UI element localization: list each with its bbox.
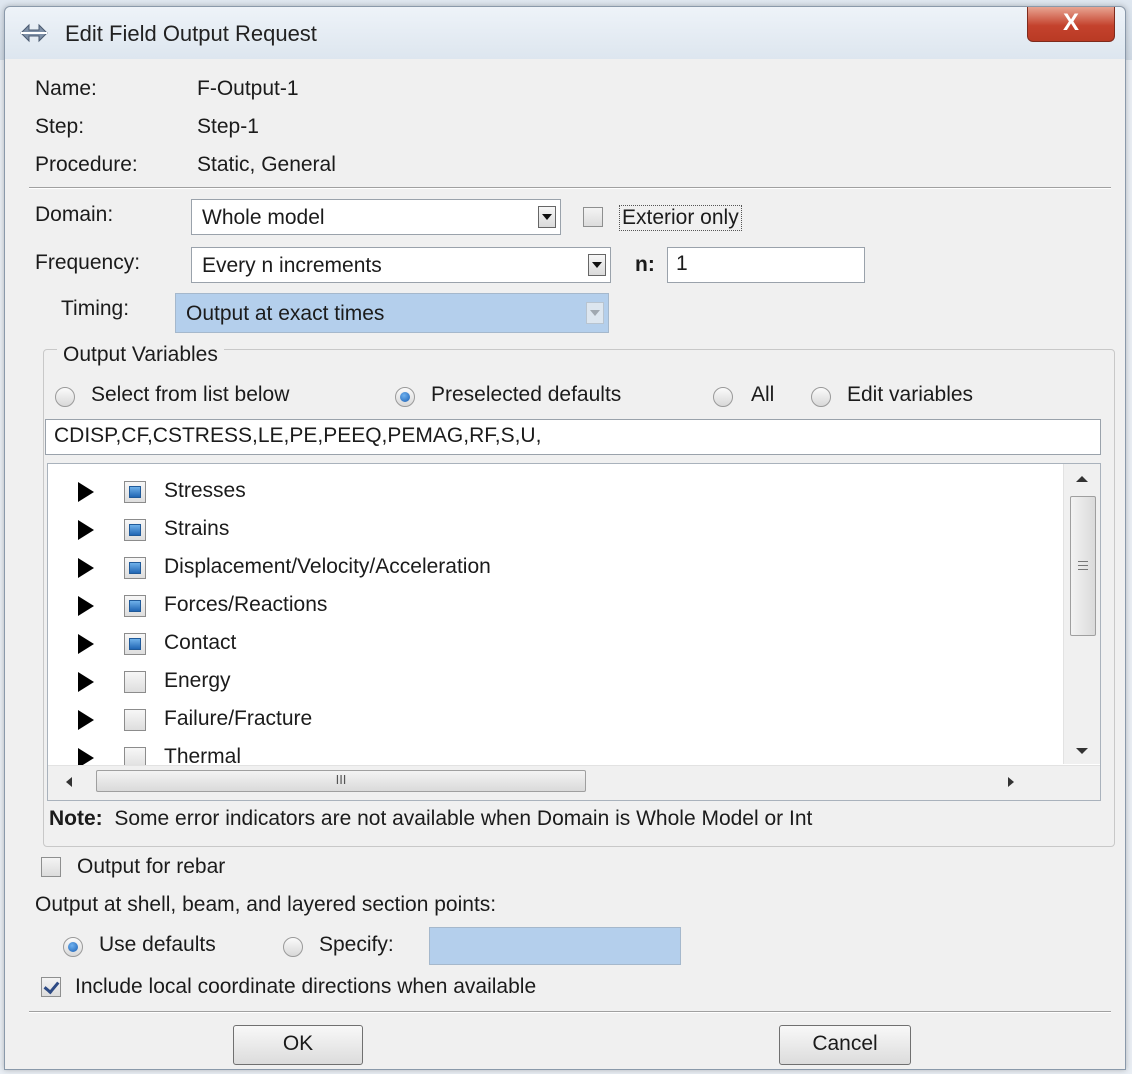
edit-field-output-dialog: Edit Field Output Request X Name: F-Outp… (4, 6, 1126, 1070)
scroll-left-icon[interactable] (66, 777, 72, 787)
tree-item[interactable]: Displacement/Velocity/Acceleration (48, 550, 1048, 586)
note: Note: Some error indicators are not avai… (49, 807, 812, 831)
tree-checkbox[interactable] (124, 595, 146, 617)
tree-item[interactable]: Forces/Reactions (48, 588, 1048, 624)
preselected-defaults-label[interactable]: Preselected defaults (431, 383, 621, 407)
expand-arrow-icon[interactable] (78, 520, 94, 540)
name-value: F-Output-1 (197, 77, 299, 100)
variables-text-field[interactable]: CDISP,CF,CSTRESS,LE,PE,PEEQ,PEMAG,RF,S,U… (45, 419, 1101, 455)
domain-select[interactable]: Whole model (191, 199, 561, 235)
specify-input[interactable] (429, 927, 681, 965)
vertical-scrollbar[interactable] (1063, 464, 1100, 764)
dialog-title: Edit Field Output Request (65, 21, 317, 46)
tree-item[interactable]: Contact (48, 626, 1048, 662)
output-variables-title: Output Variables (57, 343, 224, 367)
cancel-button[interactable]: Cancel (779, 1025, 911, 1065)
output-rebar-label[interactable]: Output for rebar (77, 855, 225, 879)
n-label: n: (635, 253, 655, 276)
scroll-up-icon[interactable] (1076, 476, 1088, 482)
all-label[interactable]: All (751, 383, 774, 407)
separator (29, 1011, 1111, 1013)
tree-item-label: Failure/Fracture (164, 707, 313, 730)
horizontal-scroll-thumb[interactable]: III (96, 770, 586, 792)
use-defaults-label[interactable]: Use defaults (99, 933, 216, 957)
procedure-label: Procedure: (35, 153, 138, 176)
frequency-label: Frequency: (35, 251, 141, 274)
expand-arrow-icon[interactable] (78, 672, 94, 692)
tree-item[interactable]: Strains (48, 512, 1048, 548)
local-coordinates-label[interactable]: Include local coordinate directions when… (75, 975, 536, 999)
close-button[interactable]: X (1027, 7, 1115, 42)
tree-item[interactable]: Stresses (48, 474, 1048, 510)
use-defaults-radio[interactable] (63, 937, 83, 957)
expand-arrow-icon[interactable] (78, 596, 94, 616)
tree-item[interactable]: Failure/Fracture (48, 702, 1048, 738)
domain-select-value: Whole model (202, 206, 325, 229)
name-label: Name: (35, 77, 97, 100)
timing-select-value: Output at exact times (186, 302, 385, 325)
chevron-down-icon[interactable] (538, 206, 556, 228)
specify-label[interactable]: Specify: (319, 933, 394, 957)
expand-arrow-icon[interactable] (78, 558, 94, 578)
tree-item-label: Forces/Reactions (164, 593, 328, 616)
all-radio[interactable] (713, 387, 733, 407)
tree-checkbox[interactable] (124, 709, 146, 731)
ok-button[interactable]: OK (233, 1025, 363, 1065)
tree-item-label: Strains (164, 517, 230, 540)
tree-checkbox[interactable] (124, 671, 146, 693)
tree-item-label: Stresses (164, 479, 246, 502)
tree-item-label: Displacement/Velocity/Acceleration (164, 555, 491, 578)
preselected-defaults-radio[interactable] (395, 387, 415, 407)
tree-checkbox[interactable] (124, 519, 146, 541)
chevron-down-icon (586, 302, 604, 324)
exterior-only-checkbox[interactable] (583, 207, 603, 227)
timing-label: Timing: (61, 297, 130, 320)
horizontal-scrollbar[interactable]: III (48, 765, 1100, 800)
section-points-label: Output at shell, beam, and layered secti… (35, 893, 497, 916)
dialog-app-icon (20, 23, 48, 43)
scroll-down-icon[interactable] (1076, 748, 1088, 754)
tree-item[interactable]: Energy (48, 664, 1048, 700)
tree-checkbox[interactable] (124, 557, 146, 579)
grip-line (1078, 565, 1088, 566)
select-from-list-label[interactable]: Select from list below (91, 383, 289, 407)
expand-arrow-icon[interactable] (78, 634, 94, 654)
select-from-list-radio[interactable] (55, 387, 75, 407)
chevron-down-icon[interactable] (588, 254, 606, 276)
tree-item-label: Energy (164, 669, 231, 692)
vertical-scroll-thumb[interactable] (1070, 496, 1096, 636)
edit-variables-label[interactable]: Edit variables (847, 383, 973, 407)
domain-label: Domain: (35, 203, 114, 226)
note-text: Some error indicators are not available … (114, 807, 813, 830)
tree-checkbox[interactable] (124, 633, 146, 655)
tree-checkbox[interactable] (124, 481, 146, 503)
separator (29, 187, 1111, 189)
edit-variables-radio[interactable] (811, 387, 831, 407)
output-rebar-checkbox[interactable] (41, 857, 61, 877)
note-label: Note: (49, 807, 103, 830)
n-input[interactable]: 1 (667, 247, 865, 283)
procedure-value: Static, General (197, 153, 336, 176)
expand-arrow-icon[interactable] (78, 482, 94, 502)
exterior-only-label[interactable]: Exterior only (619, 205, 742, 231)
tree-item-label: Contact (164, 631, 237, 654)
frequency-select[interactable]: Every n increments (191, 247, 611, 283)
grip-line (1078, 561, 1088, 562)
specify-radio[interactable] (283, 937, 303, 957)
expand-arrow-icon[interactable] (78, 710, 94, 730)
title-bar: Edit Field Output Request X (5, 7, 1125, 59)
grip-line (1078, 569, 1088, 570)
step-value: Step-1 (197, 115, 259, 138)
step-label: Step: (35, 115, 85, 138)
variables-tree: Stresses Strains Displacement/Velocity/A… (47, 463, 1101, 801)
local-coordinates-checkbox[interactable] (41, 977, 61, 997)
frequency-select-value: Every n increments (202, 254, 382, 277)
scroll-right-icon[interactable] (1008, 777, 1014, 787)
timing-select[interactable]: Output at exact times (175, 293, 609, 333)
